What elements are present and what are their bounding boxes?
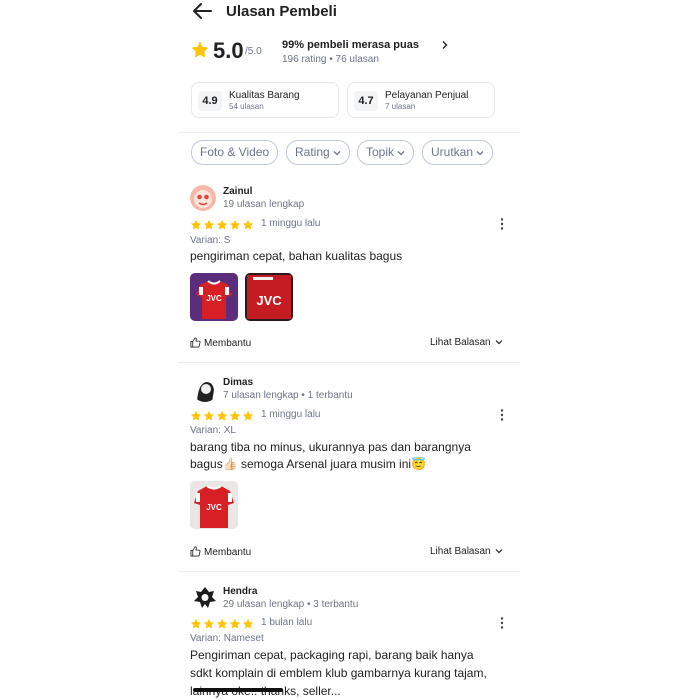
review-text: pengiriman cepat, bahan kualitas bagus <box>190 249 403 263</box>
service-score: 4.7 <box>354 91 378 111</box>
star-icon <box>216 410 228 421</box>
review-photo[interactable]: JVC <box>190 481 238 529</box>
back-button[interactable] <box>192 2 214 20</box>
rating-counts: 196 rating • 76 ulasan <box>282 54 379 65</box>
svg-text:JVC: JVC <box>206 503 222 512</box>
reviewer-name[interactable]: Dimas <box>223 377 253 388</box>
reviewer-meta: 19 ulasan lengkap <box>223 199 305 210</box>
helpful-button[interactable]: Membantu <box>190 546 251 558</box>
review-text-line: Pengiriman cepat, packaging rapi, barang… <box>190 648 474 662</box>
chevron-down-icon <box>495 340 503 345</box>
star-icon <box>190 410 202 421</box>
see-replies-button[interactable]: Lihat Balasan <box>430 337 503 348</box>
star-rating <box>190 409 255 421</box>
star-rating <box>190 218 255 230</box>
filter-rating[interactable]: Rating <box>286 140 350 165</box>
star-icon <box>216 618 228 629</box>
review-text-line: sdkt komplain di emblem klub gambarnya k… <box>190 666 487 680</box>
star-icon <box>190 219 202 230</box>
kebab-icon[interactable] <box>497 408 507 422</box>
average-score: 5.0 <box>213 38 244 63</box>
service-label: Pelayanan Penjual <box>385 90 469 101</box>
svg-text:JVC: JVC <box>206 294 222 303</box>
review-variant: Varian: XL <box>190 425 236 436</box>
thumbs-up-icon <box>190 337 201 348</box>
kebab-icon[interactable] <box>497 217 507 231</box>
review-photo[interactable]: JVC <box>190 273 238 321</box>
star-rating <box>190 617 255 629</box>
filter-urutkan[interactable]: Urutkan <box>422 140 494 165</box>
avatar <box>192 585 218 611</box>
chevron-down-icon <box>397 150 405 156</box>
reviewer-name[interactable]: Hendra <box>223 586 257 597</box>
score-max: /5.0 <box>245 46 262 57</box>
helpful-button[interactable]: Membantu <box>190 337 251 349</box>
star-icon <box>203 618 215 629</box>
satisfaction-link[interactable]: 99% pembeli merasa puas <box>282 39 419 51</box>
star-icon <box>229 618 241 629</box>
see-replies-button[interactable]: Lihat Balasan <box>430 546 503 557</box>
quality-card[interactable]: 4.9 Kualitas Barang 54 ulasan <box>191 82 339 118</box>
review-variant: Varian: S <box>190 235 231 246</box>
review-time: 1 minggu lalu <box>261 409 321 420</box>
chevron-down-icon <box>333 150 341 156</box>
service-count: 7 ulasan <box>385 102 416 111</box>
top-bar: Ulasan Pembeli <box>178 0 520 24</box>
review-time: 1 bulan lalu <box>261 617 313 628</box>
star-icon <box>203 219 215 230</box>
svg-text:JVC: JVC <box>256 293 282 308</box>
avatar <box>190 185 216 211</box>
star-icon <box>242 219 254 230</box>
star-icon <box>229 410 241 421</box>
star-icon <box>242 618 254 629</box>
divider <box>178 132 520 133</box>
review-time: 1 minggu lalu <box>261 218 321 229</box>
reviewer-meta: 7 ulasan lengkap • 1 terbantu <box>223 390 353 401</box>
review-variant: Varian: Nameset <box>190 633 264 644</box>
filter-topik[interactable]: Topik <box>357 140 415 165</box>
avatar <box>192 376 218 402</box>
star-icon <box>229 219 241 230</box>
quality-label: Kualitas Barang <box>229 90 300 101</box>
star-icon <box>242 410 254 421</box>
home-indicator[interactable] <box>193 688 283 692</box>
chevron-right-icon[interactable] <box>441 40 449 50</box>
thumbs-up-icon <box>190 546 201 557</box>
star-icon <box>190 618 202 629</box>
star-icon <box>203 410 215 421</box>
service-card[interactable]: 4.7 Pelayanan Penjual 7 ulasan <box>347 82 495 118</box>
page-title: Ulasan Pembeli <box>226 3 337 20</box>
star-icon <box>216 219 228 230</box>
star-icon <box>191 41 209 58</box>
review-text-line: barang tiba no minus, ukurannya pas dan … <box>190 440 471 454</box>
back-arrow-icon <box>193 3 212 19</box>
filter-foto-video[interactable]: Foto & Video <box>191 140 279 165</box>
chevron-down-icon <box>495 549 503 554</box>
review-text-line: bagus👍🏻 semoga Arsenal juara musim ini😇 <box>190 457 426 471</box>
divider <box>178 362 520 363</box>
quality-count: 54 ulasan <box>229 102 264 111</box>
reviewer-meta: 29 ulasan lengkap • 3 terbantu <box>223 599 359 610</box>
chevron-down-icon <box>476 150 484 156</box>
review-screen: Ulasan Pembeli 5.0 /5.0 99% pembeli mera… <box>178 0 520 700</box>
quality-score: 4.9 <box>198 91 222 111</box>
review-photo[interactable]: JVC <box>245 273 293 321</box>
reviewer-name[interactable]: Zainul <box>223 186 252 197</box>
kebab-icon[interactable] <box>497 616 507 630</box>
divider <box>178 571 520 572</box>
